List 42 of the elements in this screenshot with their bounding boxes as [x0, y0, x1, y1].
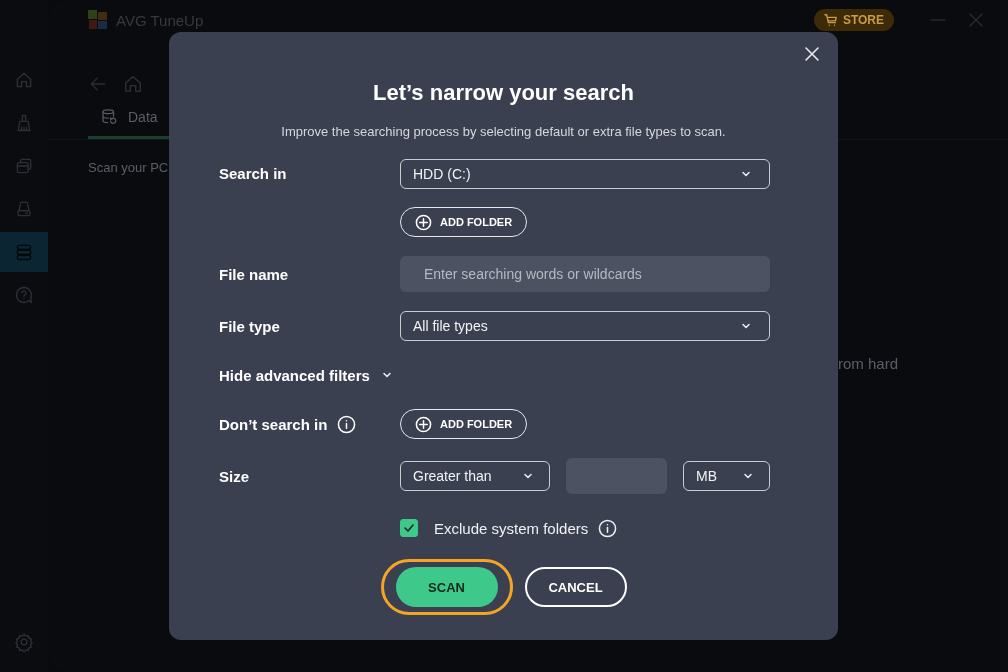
field-label: File type	[219, 317, 280, 335]
logo-icon	[88, 10, 108, 30]
intro-text: Scan your PC	[88, 160, 169, 175]
settings-icon	[14, 632, 34, 652]
description-text: rom hard	[838, 355, 899, 372]
cancel-button[interactable]: CANCEL	[524, 567, 627, 607]
dialog-title: Let’s narrow your search	[372, 80, 635, 106]
database-icon	[100, 108, 118, 126]
scan-button[interactable]: SCAN	[395, 567, 498, 607]
chevron-down-icon	[743, 471, 753, 481]
windows-icon	[14, 156, 34, 176]
sidebar-item[interactable]	[0, 232, 48, 272]
file-name-field[interactable]: Enter searching words or wildcards	[400, 256, 770, 292]
dropdown[interactable]: All file types	[400, 311, 770, 341]
help-icon	[14, 285, 34, 305]
dropdown[interactable]: Greater than	[400, 461, 550, 491]
home-icon	[14, 70, 34, 90]
close-icon	[968, 12, 984, 28]
database-icon	[14, 242, 34, 262]
chevron-down-icon	[381, 370, 392, 380]
chevron-down-icon	[741, 169, 751, 179]
add-circle-icon	[415, 213, 432, 231]
field-label: Don’t search in	[219, 415, 328, 433]
checkbox[interactable]	[400, 519, 418, 537]
home-icon	[122, 73, 144, 95]
chevron-down-icon	[741, 321, 751, 331]
dropdown[interactable]: MB	[683, 461, 770, 491]
info-icon	[598, 518, 618, 538]
field-label: Search in	[219, 165, 287, 182]
check-icon	[403, 522, 415, 534]
close-icon	[804, 46, 820, 62]
dropdown[interactable]: HDD (C:)	[400, 159, 770, 189]
info-icon	[337, 414, 357, 434]
cart-icon	[823, 13, 838, 27]
dialog-subtitle: Improve the searching process by selecting default or extra file types to scan.	[280, 124, 727, 139]
store-button[interactable]: STORE	[813, 9, 894, 31]
field-label: Size	[219, 467, 249, 485]
checkbox-label: Exclude system folders	[434, 519, 589, 537]
field-label: File name	[219, 265, 289, 283]
chevron-down-icon	[523, 471, 533, 481]
add-circle-icon	[415, 415, 432, 433]
advanced-filters-toggle[interactable]: Hide advanced filters	[219, 366, 392, 384]
